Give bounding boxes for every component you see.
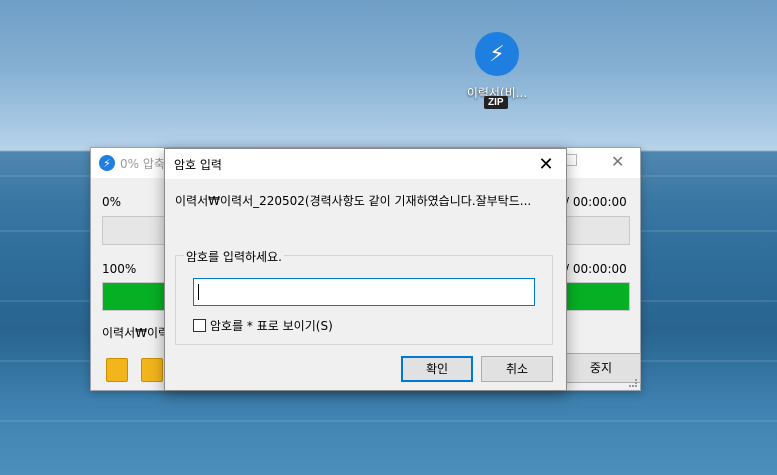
show-password-label: 암호를 * 표로 보이기(S) — [210, 319, 333, 333]
close-icon[interactable]: ✕ — [611, 152, 624, 171]
password-dialog-title: 암호 입력 — [174, 157, 222, 172]
bandizip-icon: ⚡ — [475, 32, 519, 76]
file-progress-time: / 00:00:00 — [565, 195, 627, 209]
current-file-label: 이력서₩이력 — [102, 326, 170, 340]
show-password-checkbox-row[interactable]: 암호를 * 표로 보이기(S) — [193, 317, 333, 334]
archive-file-path: 이력서₩이력서_220502(경력사항도 같이 기재하였습니다.잘부탁드... — [175, 194, 532, 208]
desktop-icon-zip-file[interactable]: ⚡ ZIP 이력서(비... — [458, 32, 536, 109]
text-caret — [198, 284, 199, 300]
file-progress-percent: 0% — [102, 195, 122, 209]
password-input[interactable] — [193, 278, 535, 306]
folder-icon[interactable] — [141, 358, 163, 382]
password-groupbox: 암호를 입력하세요. 암호를 * 표로 보이기(S) — [175, 248, 553, 345]
show-password-checkbox[interactable] — [193, 319, 206, 332]
close-icon[interactable]: ✕ — [526, 149, 566, 179]
password-dialog-titlebar: 암호 입력 — [165, 149, 566, 179]
password-dialog: 암호 입력 ✕ 이력서₩이력서_220502(경력사항도 같이 기재하였습니다.… — [164, 148, 567, 391]
password-group-label: 암호를 입력하세요. — [184, 248, 284, 265]
cancel-button[interactable]: 취소 — [481, 356, 553, 382]
compress-window-title: 0% 압축 — [120, 156, 165, 171]
app-icon: ⚡ — [99, 155, 115, 171]
resize-grip-icon[interactable] — [629, 379, 637, 387]
total-progress-percent: 100% — [102, 262, 137, 276]
zip-folder-icon[interactable] — [106, 358, 128, 382]
ok-button[interactable]: 확인 — [401, 356, 473, 382]
total-progress-time: / 00:00:00 — [565, 262, 627, 276]
zip-badge: ZIP — [484, 96, 508, 109]
